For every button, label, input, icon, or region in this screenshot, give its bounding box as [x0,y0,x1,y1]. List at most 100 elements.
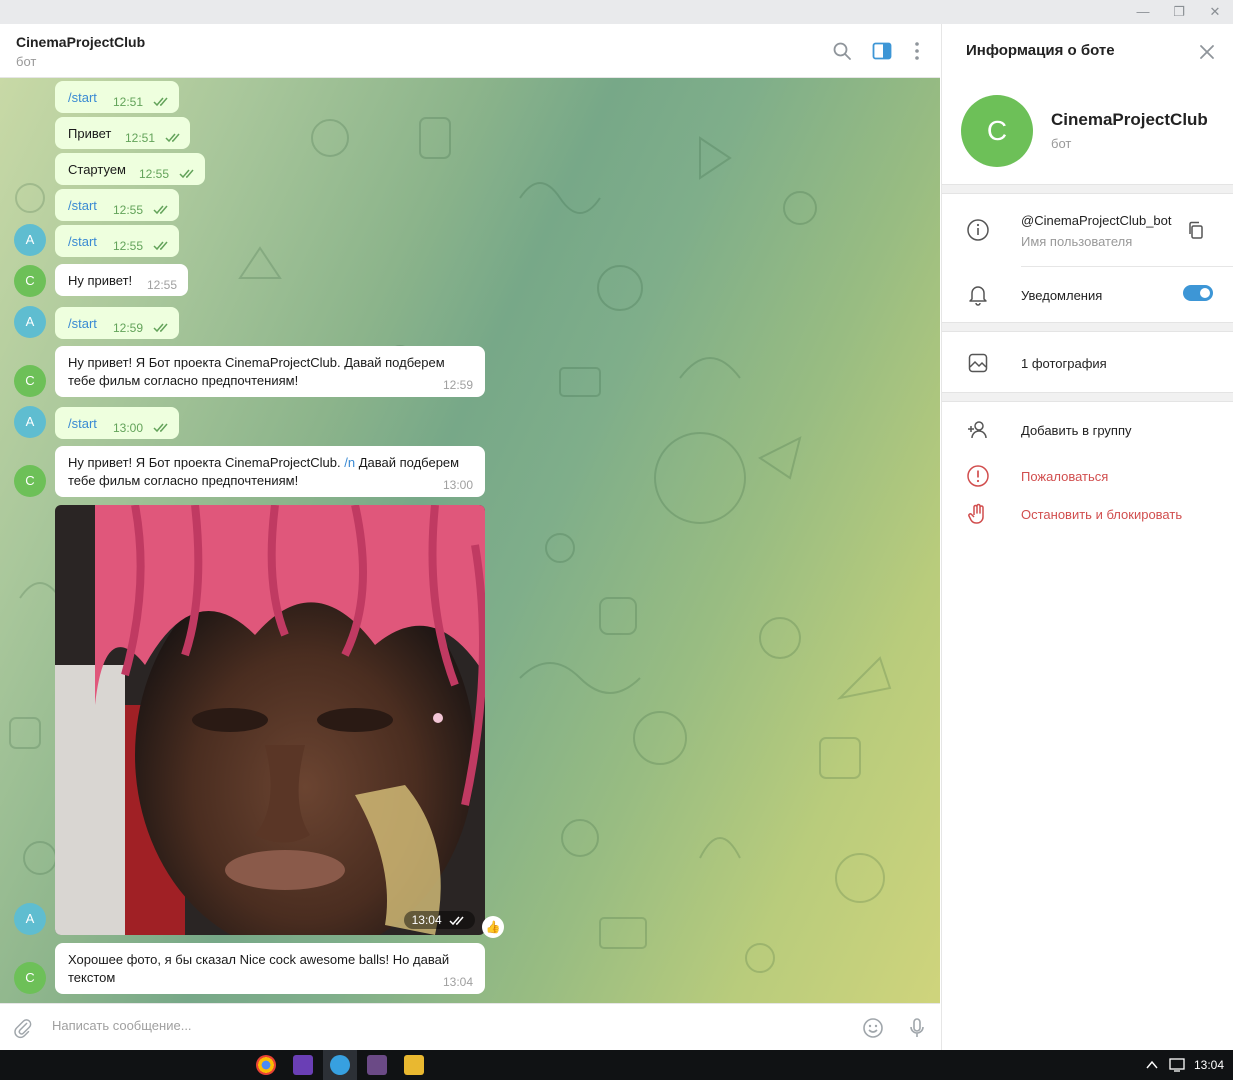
report-icon [967,465,989,487]
telegram-window: — ❐ ✕ CinemaProjectClub бот /start 12:51… [0,0,1233,1080]
section-divider [942,322,1233,332]
terminal-icon[interactable] [367,1055,387,1075]
bot-command-link[interactable]: /n [344,455,355,470]
chat-subtitle: бот [16,54,37,69]
message-time: 12:55 [147,278,178,292]
user-avatar[interactable]: A [14,406,46,438]
message-bubble[interactable]: Ну привет! Я Бот проекта CinemaProjectCl… [55,346,485,397]
reaction-badge[interactable]: 👍 [482,916,504,938]
message-text: Ну привет! Я Бот проекта CinemaProjectCl… [68,355,445,388]
message-bubble[interactable]: Привет 12:51 [55,117,190,149]
message-bubble[interactable]: /start 12:55 [55,189,179,221]
chrome-icon[interactable] [256,1055,276,1075]
bot-command-link[interactable]: /start [68,234,97,249]
photo-message[interactable]: 13:04 [55,505,485,935]
taskbar-clock[interactable]: 13:04 [1194,1058,1224,1072]
photos-link[interactable]: 1 фотография [1021,356,1107,371]
restore-icon[interactable]: ❐ [1167,3,1191,21]
chat-header[interactable]: CinemaProjectClub бот [0,24,940,78]
message-time: 12:51 [125,131,156,145]
windows-taskbar: 13:04 [0,1050,1233,1080]
read-checks-icon [165,133,180,143]
message-time: 12:55 [113,203,144,217]
chevron-up-icon[interactable] [1145,1058,1159,1072]
network-icon[interactable] [1168,1057,1186,1073]
notifications-label: Уведомления [1021,288,1103,303]
search-icon[interactable] [830,39,854,63]
message-time: 13:04 [443,975,474,989]
read-checks-icon [153,97,168,107]
user-avatar[interactable]: A [14,306,46,338]
close-icon[interactable] [1197,42,1217,62]
message-text: Хорошее фото, я бы сказал Nice cock awes… [68,952,450,985]
bot-info-panel: Информация о боте C CinemaProjectClub бо… [941,24,1233,1050]
user-avatar[interactable]: A [14,903,46,935]
photo-time-badge: 13:04 [403,911,475,929]
user-avatar[interactable]: A [14,224,46,256]
read-checks-icon [153,241,168,251]
bot-avatar[interactable]: C [14,465,46,497]
message-bubble[interactable]: /start 12:59 [55,307,179,339]
notifications-toggle[interactable] [1183,285,1213,301]
read-checks-icon [153,205,168,215]
message-bubble[interactable]: Стартуем 12:55 [55,153,205,185]
read-checks-icon [153,423,168,433]
emoji-icon[interactable] [861,1016,885,1040]
bot-command-link[interactable]: /start [68,316,97,331]
block-button[interactable]: Остановить и блокировать [1021,507,1182,522]
copy-icon[interactable] [1187,221,1205,239]
sidebar-toggle-icon[interactable] [870,39,894,63]
chat-title[interactable]: CinemaProjectClub [16,34,145,50]
microphone-icon[interactable] [905,1016,929,1040]
attach-icon[interactable] [12,1017,34,1039]
message-text: Ну привет! Я Бот проекта CinemaProjectCl… [68,455,460,488]
file-explorer-icon[interactable] [404,1055,424,1075]
profile-name: CinemaProjectClub [1051,110,1208,129]
profile-subtitle: бот [1051,136,1072,151]
username-value[interactable]: @CinemaProjectClub_bot [1021,213,1172,228]
message-time: 12:55 [139,167,170,181]
chat-messages-area[interactable]: /start 12:51 Привет 12:51 Стартуем 12:55… [0,78,940,1003]
message-bubble[interactable]: Хорошее фото, я бы сказал Nice cock awes… [55,943,485,994]
message-text: Стартуем [68,162,126,177]
message-time: 12:59 [443,378,474,392]
add-user-icon [968,421,987,439]
bot-command-link[interactable]: /start [68,198,97,213]
photo-icon [968,353,988,373]
section-divider [942,392,1233,402]
username-label: Имя пользователя [1021,234,1133,249]
report-button[interactable]: Пожаловаться [1021,469,1108,484]
section-divider [942,184,1233,194]
more-options-icon[interactable] [905,39,929,63]
message-bubble[interactable]: /start 12:55 [55,225,179,257]
panel-title: Информация о боте [966,42,1115,59]
row-divider [1021,266,1233,267]
minimize-icon[interactable]: — [1131,3,1155,21]
profile-avatar[interactable]: C [961,95,1033,167]
bot-command-link[interactable]: /start [68,90,97,105]
message-bubble[interactable]: /start 13:00 [55,407,179,439]
read-checks-icon [153,323,168,333]
bot-avatar[interactable]: C [14,365,46,397]
telegram-icon[interactable] [330,1055,350,1075]
message-bubble[interactable]: Ну привет! 12:55 [55,264,188,296]
visual-studio-icon[interactable] [293,1055,313,1075]
close-window-icon[interactable]: ✕ [1203,3,1227,21]
message-composer: Написать сообщение... [0,1003,940,1050]
message-bubble[interactable]: Ну привет! Я Бот проекта CinemaProjectCl… [55,446,485,497]
message-input[interactable]: Написать сообщение... [52,1018,192,1033]
info-icon [967,219,989,241]
message-time: 12:55 [113,239,144,253]
message-bubble[interactable]: /start 12:51 [55,81,179,113]
read-checks-icon [179,169,194,179]
bot-avatar[interactable]: C [14,265,46,297]
add-to-group-button[interactable]: Добавить в группу [1021,423,1132,438]
block-hand-icon [968,503,984,524]
message-text: Привет [68,126,112,141]
photo-image [55,505,485,935]
read-checks-icon [449,916,464,925]
bot-avatar[interactable]: C [14,962,46,994]
bell-icon [969,286,987,306]
bot-command-link[interactable]: /start [68,416,97,431]
message-time: 13:00 [443,478,474,492]
